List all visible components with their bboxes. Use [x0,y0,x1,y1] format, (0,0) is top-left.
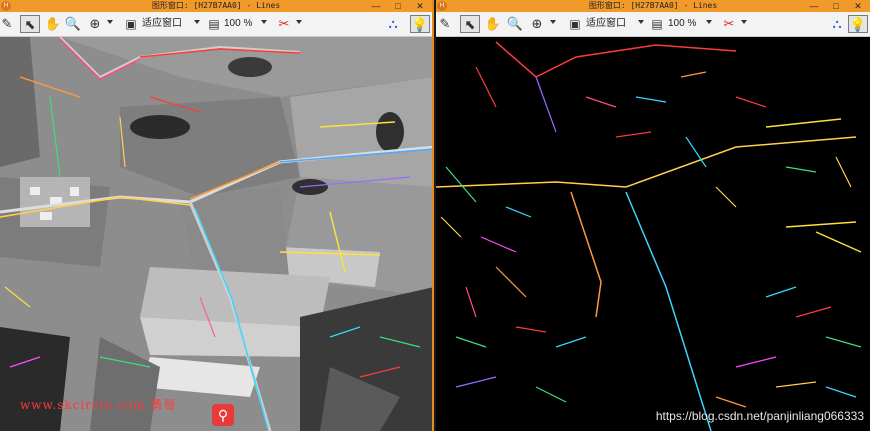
lightbulb-icon[interactable]: 💡 [410,15,430,33]
graphics-window-right: H 图形窗口: [H27B7AA0] - Lines — □ ✕ ✎ ⬉ ✋ 🔍… [436,0,870,431]
pixel-info-icon[interactable]: ⛬ [384,15,402,33]
pixel-info-icon[interactable]: ⛬ [828,15,846,33]
fit-window-icon[interactable]: ▣ [566,15,584,33]
image-canvas[interactable] [436,37,870,431]
zoom-in-icon[interactable]: ⊕ [528,15,546,33]
title-bar[interactable]: H 图形窗口: [H27B7AA0] - Lines — □ ✕ [0,0,432,12]
chevron-down-icon[interactable] [107,20,113,24]
search-icon: ⚲ [212,404,234,426]
paint-tool-icon[interactable]: ✂ [720,15,738,33]
lightbulb-icon[interactable]: 💡 [848,15,868,33]
minimize-button[interactable]: — [366,0,386,12]
watermark-text: www.skcircle.com 勇哥 [20,398,177,412]
minimize-button[interactable]: — [804,0,824,12]
chevron-down-icon[interactable] [638,20,644,24]
chevron-down-icon[interactable] [194,20,200,24]
paint-tool-icon[interactable]: ✂ [275,15,293,33]
chevron-down-icon[interactable] [261,20,267,24]
paint-tool-icon[interactable]: ✎ [0,15,14,33]
close-button[interactable]: ✕ [848,0,868,12]
fit-window-icon[interactable]: ▣ [122,15,140,33]
graphics-window-left: H 图形窗口: [H27B7AA0] - Lines — □ ✕ ✎ ⬉ ✋ 🔍… [0,0,434,431]
toolbar: ✎ ⬉ ✋ 🔍 ⊕ ▣ 适应窗口 ▤ 100 % ✂ ⛬ 💡 [436,12,870,37]
zoom-percent-icon[interactable]: ▤ [205,15,223,33]
extracted-lines-image [436,37,870,431]
chevron-down-icon[interactable] [550,20,556,24]
magnifier-icon[interactable]: 🔍 [64,15,82,33]
maximize-button[interactable]: □ [826,0,846,12]
magnifier-icon[interactable]: 🔍 [506,15,524,33]
zoom-in-icon[interactable]: ⊕ [86,15,104,33]
zoom-percent-value[interactable]: 100 % [668,16,696,32]
pointer-icon[interactable]: ⬉ [20,15,40,33]
chevron-down-icon[interactable] [296,20,302,24]
hand-pan-icon[interactable]: ✋ [44,15,62,33]
zoom-percent-value[interactable]: 100 % [224,16,252,32]
title-bar[interactable]: H 图形窗口: [H27B7AA0] - Lines — □ ✕ [436,0,870,12]
close-button[interactable]: ✕ [410,0,430,12]
zoom-fit-label[interactable]: 适应窗口 [586,16,626,32]
pointer-icon[interactable]: ⬉ [460,15,480,33]
watermark-url: https://blog.csdn.net/panjinliang066333 [655,409,864,423]
chevron-down-icon[interactable] [741,20,747,24]
hand-pan-icon[interactable]: ✋ [484,15,502,33]
zoom-percent-icon[interactable]: ▤ [648,15,666,33]
aerial-image-with-lines [0,37,432,431]
paint-tool-icon[interactable]: ✎ [438,15,452,33]
zoom-fit-label[interactable]: 适应窗口 [142,16,182,32]
chevron-down-icon[interactable] [706,20,712,24]
toolbar: ✎ ⬉ ✋ 🔍 ⊕ ▣ 适应窗口 ▤ 100 % ✂ ⛬ 💡 [0,12,432,37]
maximize-button[interactable]: □ [388,0,408,12]
image-canvas[interactable] [0,37,432,431]
